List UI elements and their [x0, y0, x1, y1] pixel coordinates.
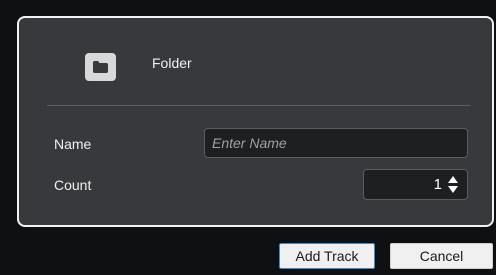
add-track-button[interactable]: Add Track [279, 243, 375, 269]
name-label: Name [54, 136, 92, 152]
track-type-label: Folder [152, 55, 192, 71]
stepper-up-icon[interactable] [448, 176, 458, 183]
folder-icon [85, 53, 116, 81]
name-input[interactable] [204, 128, 468, 158]
track-type-row: Folder [19, 18, 492, 106]
divider [47, 105, 470, 106]
count-stepper[interactable]: 1 [363, 169, 468, 200]
stepper-down-icon[interactable] [448, 186, 458, 193]
count-label: Count [54, 177, 92, 193]
stepper-arrows[interactable] [448, 176, 458, 194]
folder-track-panel: Folder Name Count 1 [17, 16, 494, 227]
add-track-dialog: Folder Name Count 1 Add Track Cancel [0, 0, 496, 275]
count-value[interactable]: 1 [434, 176, 442, 193]
cancel-button[interactable]: Cancel [390, 243, 493, 269]
